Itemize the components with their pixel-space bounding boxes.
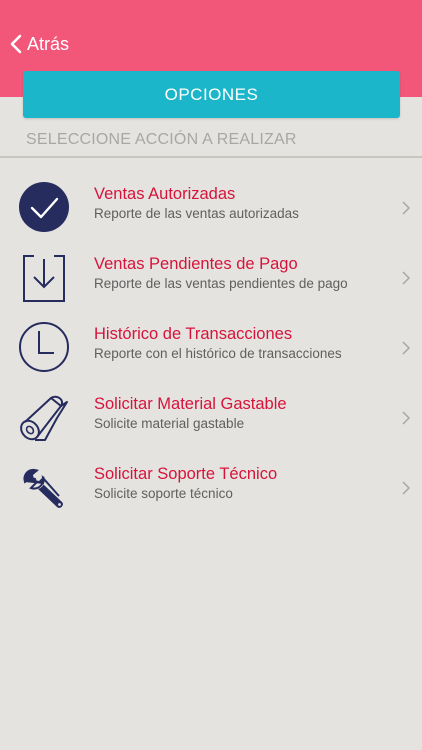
menu-item-title: Histórico de Transacciones bbox=[94, 325, 293, 343]
wrench-icon bbox=[23, 468, 63, 508]
menu-item-material-gastable[interactable]: Solicitar Material Gastable Solicite mat… bbox=[0, 382, 422, 452]
back-button[interactable]: Atrás bbox=[10, 30, 69, 58]
menu-item-subtitle: Solicite soporte técnico bbox=[94, 486, 233, 501]
chevron-right-icon bbox=[402, 271, 410, 285]
menu-item-subtitle: Solicite material gastable bbox=[94, 416, 245, 431]
chevron-right-icon bbox=[402, 411, 410, 425]
menu-item-subtitle: Reporte con el histórico de transaccione… bbox=[94, 346, 342, 361]
checkmark-circle-icon bbox=[19, 182, 69, 232]
menu-item-title: Solicitar Soporte Técnico bbox=[94, 465, 278, 483]
menu-item-title: Ventas Autorizadas bbox=[94, 185, 236, 203]
menu-item-historico[interactable]: Histórico de Transacciones Reporte con e… bbox=[0, 312, 422, 382]
download-tray-icon bbox=[23, 255, 65, 302]
divider bbox=[0, 156, 422, 158]
chevron-right-icon bbox=[402, 481, 410, 495]
options-menu: Ventas Autorizadas Reporte de las ventas… bbox=[0, 172, 422, 522]
menu-item-subtitle: Reporte de las ventas autorizadas bbox=[94, 206, 299, 221]
options-button[interactable]: OPCIONES bbox=[23, 71, 400, 118]
menu-item-subtitle: Reporte de las ventas pendientes de pago bbox=[94, 276, 348, 291]
options-label: OPCIONES bbox=[164, 84, 259, 104]
menu-item-ventas-autorizadas[interactable]: Ventas Autorizadas Reporte de las ventas… bbox=[0, 172, 422, 242]
chevron-right-icon bbox=[402, 341, 410, 355]
chevron-right-icon bbox=[402, 201, 410, 215]
menu-item-title: Solicitar Material Gastable bbox=[94, 395, 287, 413]
back-label: Atrás bbox=[27, 33, 70, 54]
menu-item-ventas-pendientes[interactable]: Ventas Pendientes de Pago Reporte de las… bbox=[0, 242, 422, 312]
menu-item-soporte-tecnico[interactable]: Solicitar Soporte Técnico Solicite sopor… bbox=[0, 452, 422, 522]
chevron-left-icon bbox=[10, 34, 22, 54]
section-label: SELECCIONE ACCIÓN A REALIZAR bbox=[26, 131, 297, 148]
clock-icon bbox=[19, 322, 69, 372]
paper-roll-icon bbox=[20, 395, 68, 441]
menu-item-title: Ventas Pendientes de Pago bbox=[94, 255, 298, 273]
